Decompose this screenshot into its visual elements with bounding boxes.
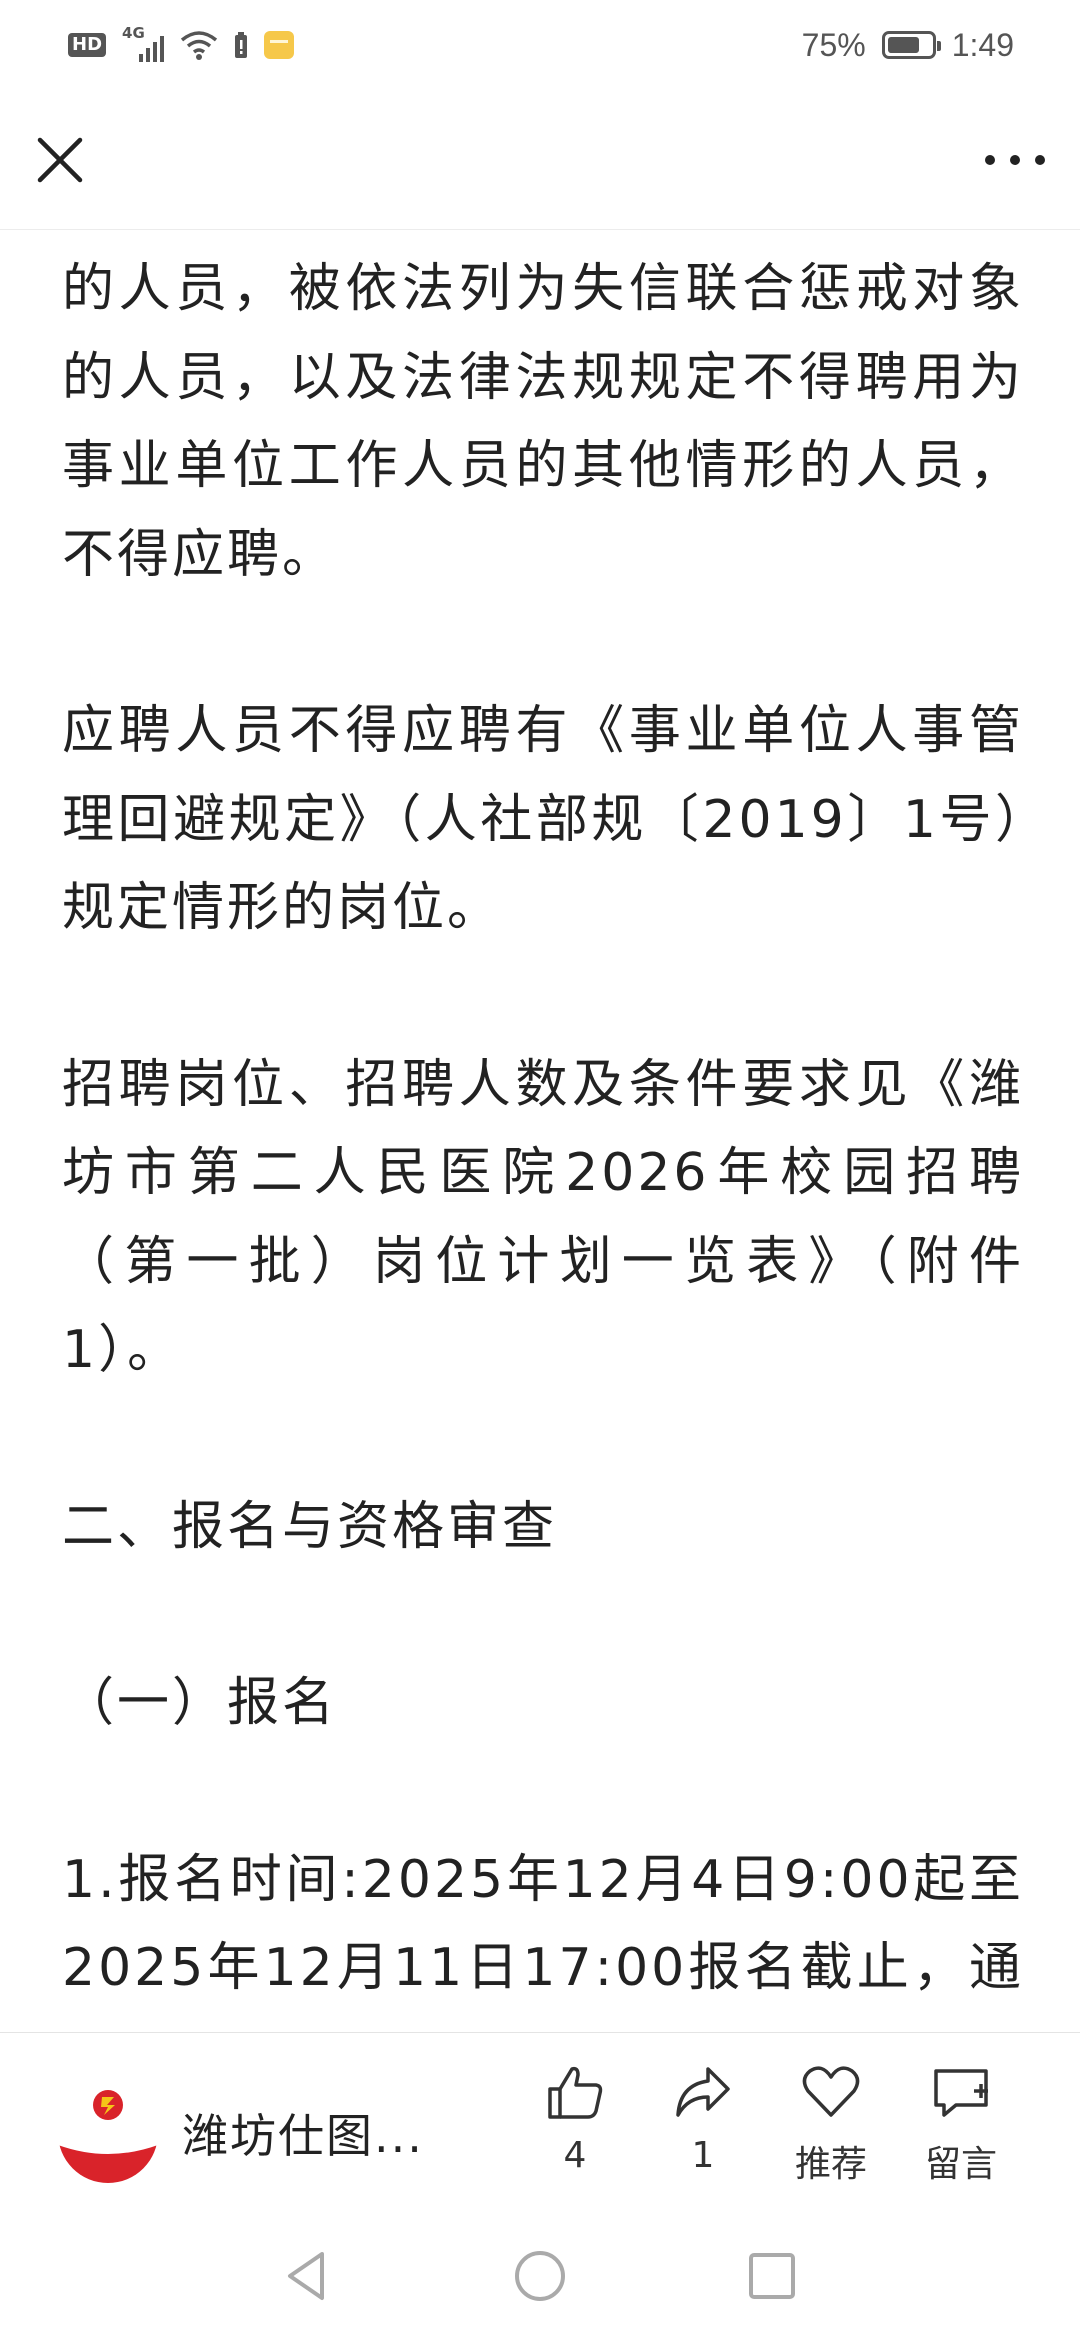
hd-icon: HD	[68, 33, 107, 57]
account-name[interactable]: 潍坊仕图...	[182, 2100, 424, 2166]
recommend-button[interactable]: 推荐	[776, 2061, 886, 2187]
thumbs-up-icon	[548, 2066, 603, 2119]
recommend-label: 推荐	[794, 2144, 867, 2185]
bottom-action-bar: 潍坊仕图... 4 1 推荐 留言	[0, 2032, 1080, 2212]
status-right: 75% 1:49	[802, 27, 1014, 64]
subsection-heading: （一）报名	[62, 1673, 338, 1733]
status-bar: HD 4G 75% 1:49	[0, 0, 1080, 90]
comment-label: 留言	[924, 2144, 997, 2185]
comment-button[interactable]: 留言	[906, 2061, 1016, 2187]
like-button[interactable]: 4	[520, 2061, 630, 2176]
back-icon[interactable]	[278, 2246, 338, 2306]
avatar[interactable]	[58, 2083, 158, 2183]
status-left: HD 4G	[68, 24, 295, 62]
signal-icon: 4G	[122, 24, 165, 62]
system-nav-bar	[0, 2212, 1080, 2340]
wifi-icon	[180, 31, 218, 60]
clock: 1:49	[951, 26, 1014, 63]
battery-alert-icon	[235, 32, 248, 58]
close-icon[interactable]	[28, 128, 92, 192]
like-count: 4	[563, 2135, 587, 2176]
battery-icon	[881, 31, 941, 59]
article-paragraph: 招聘岗位、招聘人数及条件要求见《潍坊市第二人民医院2026年校园招聘（第一批）岗…	[62, 1054, 1024, 1381]
share-button[interactable]: 1	[648, 2061, 758, 2176]
comment-icon	[934, 2069, 988, 2117]
home-icon[interactable]	[510, 2246, 570, 2306]
account-logo-icon	[58, 2083, 158, 2183]
recents-icon[interactable]	[742, 2246, 802, 2306]
notification-icon	[264, 31, 295, 59]
battery-percent: 75%	[801, 26, 866, 63]
article-paragraph: 1.报名时间:2025年12月4日9:00起至2025年12月11日17:00报…	[62, 1849, 1024, 1999]
article-paragraph: 的人员，被依法列为失信联合惩戒对象的人员，以及法律法规规定不得聘用为事业单位工作…	[62, 259, 1024, 585]
article-body: 的人员，被依法列为失信联合惩戒对象的人员，以及法律法规规定不得聘用为事业单位工作…	[62, 245, 1024, 2025]
article-paragraph: 应聘人员不得应聘有《事业单位人事管理回避规定》（人社部规〔2019〕1号）规定情…	[62, 701, 1024, 938]
account-info[interactable]: 潍坊仕图...	[58, 2083, 424, 2183]
top-nav-bar	[0, 90, 1080, 230]
heart-icon	[802, 2066, 860, 2117]
share-count: 1	[691, 2135, 715, 2176]
share-icon	[676, 2067, 730, 2117]
more-icon[interactable]	[978, 128, 1052, 192]
section-heading: 二、报名与资格审查	[62, 1496, 558, 1557]
battery-level	[887, 37, 920, 53]
